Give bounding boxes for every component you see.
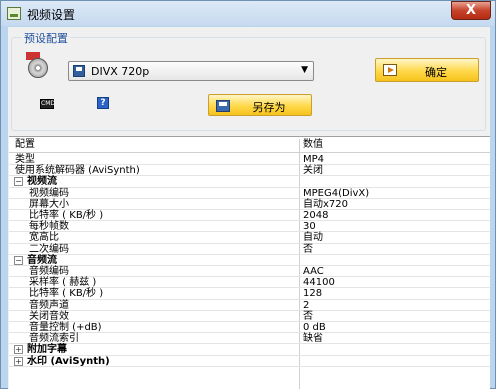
property-value[interactable]: AAC <box>303 266 324 277</box>
property-value[interactable]: 44100 <box>303 277 335 288</box>
collapse-icon[interactable]: − <box>14 177 23 187</box>
property-name: 采样率 ( 赫兹 ) <box>29 277 97 289</box>
property-grid: 配置 数值 类型 MP4 使用系统解码器 (AviSynth) 关闭 − 视频流 视频编码 M… <box>9 136 490 389</box>
property-name: 宽高比 <box>29 232 59 244</box>
property-name: 类型 <box>15 154 35 165</box>
property-value[interactable]: 0 dB <box>303 322 326 333</box>
title-bar[interactable]: 视频设置 X <box>1 1 495 26</box>
property-name: 音频流 <box>27 254 57 266</box>
property-name: 使用系统解码器 (AviSynth) <box>15 165 140 177</box>
property-value[interactable]: 关闭 <box>303 165 323 176</box>
property-row[interactable]: 音频声道 2 <box>9 300 490 311</box>
property-value[interactable]: 缺省 <box>303 333 323 344</box>
video-disc-icon <box>26 52 50 78</box>
property-name: 音频编码 <box>29 266 69 277</box>
property-value[interactable]: MPEG4(DivX) <box>303 188 369 199</box>
property-row[interactable]: 音量控制 (+dB) 0 dB <box>9 322 490 334</box>
property-name: 视频流 <box>27 176 57 188</box>
collapse-icon[interactable]: − <box>14 255 23 265</box>
floppy-disk-icon <box>73 65 85 77</box>
window-title: 视频设置 <box>27 8 76 22</box>
property-row[interactable]: 采样率 ( 赫兹 ) 44100 <box>9 277 490 289</box>
property-name: 音频流索引 <box>29 333 79 345</box>
property-value[interactable]: MP4 <box>303 154 324 165</box>
help-icon[interactable]: ? <box>97 97 109 109</box>
property-name: 附加字幕 <box>27 344 67 356</box>
dialog-body: 预设配置 DIVX 720p ▼ 确定 CMD ? 另存为 配置 数值 类型 M… <box>8 27 490 389</box>
command-prompt-icon[interactable]: CMD <box>40 99 55 109</box>
property-name: 屏幕大小 <box>29 198 69 210</box>
property-row[interactable]: 使用系统解码器 (AviSynth) 关闭 <box>9 165 490 177</box>
property-value[interactable]: 2048 <box>303 210 328 221</box>
property-row[interactable]: 音频编码 AAC <box>9 266 490 278</box>
property-value[interactable]: 30 <box>303 221 316 232</box>
preset-group-label: 预设配置 <box>22 30 70 46</box>
close-button[interactable]: X <box>451 1 491 20</box>
property-name: 比特率 ( KB/秒 ) <box>29 288 104 300</box>
app-icon <box>7 7 21 20</box>
property-name: 关闭音效 <box>29 310 69 322</box>
header-config[interactable]: 配置 <box>15 139 35 150</box>
property-row[interactable]: 视频编码 MPEG4(DivX) <box>9 188 490 199</box>
property-name: 音频声道 <box>29 299 69 311</box>
property-row[interactable]: 屏幕大小 自动x720 <box>9 199 490 210</box>
property-row[interactable]: 比特率 ( KB/秒 ) 2048 <box>9 210 490 222</box>
property-row[interactable]: 比特率 ( KB/秒 ) 128 <box>9 288 490 300</box>
dialog-window: 视频设置 X 预设配置 DIVX 720p ▼ 确定 CMD ? 另存为 配置 … <box>0 0 496 389</box>
property-value[interactable]: 2 <box>303 300 309 311</box>
property-name: 二次编码 <box>29 243 69 255</box>
header-value[interactable]: 数值 <box>303 139 323 150</box>
property-name: 比特率 ( KB/秒 ) <box>29 210 104 221</box>
save-as-button-label: 另存为 <box>252 101 286 114</box>
property-group-row[interactable]: − 音频流 <box>9 255 490 266</box>
property-name: 水印 (AviSynth) <box>27 355 110 367</box>
property-group-row[interactable]: − 视频流 <box>9 176 490 188</box>
property-name: 音量控制 (+dB) <box>29 322 102 333</box>
property-row[interactable]: 类型 MP4 <box>9 154 490 166</box>
property-row[interactable]: 每秒帧数 30 <box>9 221 490 233</box>
property-group-row[interactable]: + 附加字幕 <box>9 344 490 356</box>
expand-icon[interactable]: + <box>14 345 23 355</box>
property-group-row[interactable]: + 水印 (AviSynth) <box>9 356 490 367</box>
property-row[interactable]: 二次编码 否 <box>9 244 490 255</box>
property-value[interactable]: 否 <box>303 244 313 255</box>
property-value[interactable]: 128 <box>303 288 322 299</box>
property-row[interactable]: 宽高比 自动 <box>9 232 490 244</box>
property-value[interactable]: 否 <box>303 311 313 322</box>
ok-button[interactable]: 确定 <box>375 58 479 82</box>
property-value[interactable]: 自动x720 <box>303 199 348 210</box>
preset-dropdown[interactable]: DIVX 720p ▼ <box>68 61 314 81</box>
chevron-down-icon[interactable]: ▼ <box>301 65 308 75</box>
property-name: 每秒帧数 <box>29 221 69 233</box>
property-row[interactable]: 关闭音效 否 <box>9 311 490 322</box>
property-row[interactable]: 音频流索引 缺省 <box>9 333 490 345</box>
expand-icon[interactable]: + <box>14 356 23 366</box>
preset-group: 预设配置 DIVX 720p ▼ 确定 CMD ? 另存为 <box>11 30 486 131</box>
property-name: 视频编码 <box>29 187 69 199</box>
save-as-button[interactable]: 另存为 <box>208 94 312 116</box>
preset-dropdown-value: DIVX 720p <box>91 65 150 78</box>
property-grid-header: 配置 数值 <box>9 139 490 153</box>
property-value[interactable]: 自动 <box>303 232 323 243</box>
ok-button-label: 确定 <box>425 66 447 79</box>
